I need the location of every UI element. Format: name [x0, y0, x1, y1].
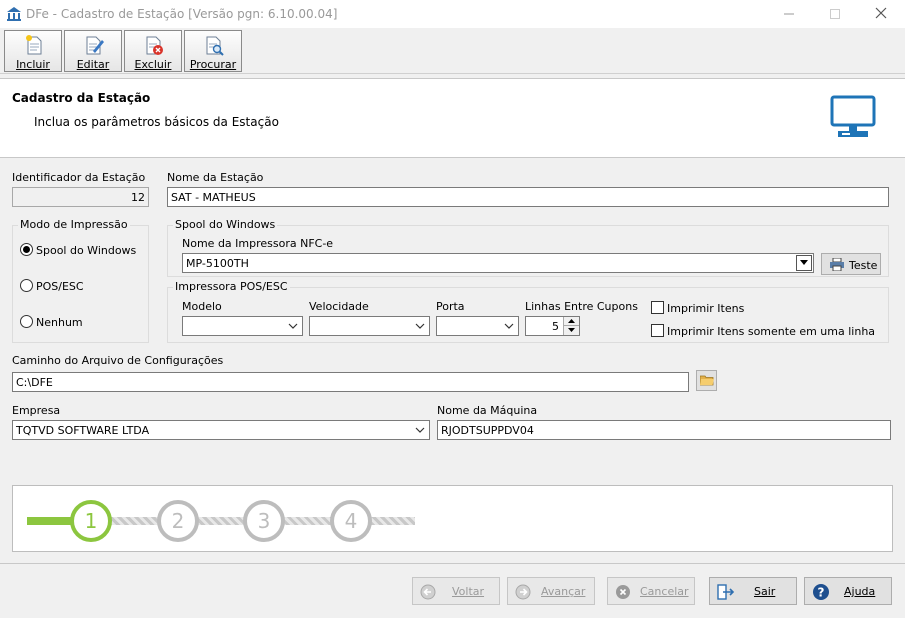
minimize-button[interactable] — [766, 0, 812, 28]
name-label: Nome da Estação — [167, 171, 264, 184]
radio-spool-label[interactable]: Spool do Windows — [36, 244, 136, 257]
voltar-label: Voltar — [452, 585, 485, 598]
toolbar: Incluir Editar Excluir Procurar — [0, 28, 905, 74]
id-label: Identificador da Estação — [12, 171, 146, 184]
minimize-icon — [784, 13, 794, 15]
wizard-step-1: 1 — [70, 500, 112, 542]
computer-monitor-icon — [830, 95, 876, 137]
wizard-step-2: 2 — [157, 500, 199, 542]
lines-label: Linhas Entre Cupons — [525, 300, 638, 313]
procurar-button[interactable]: Procurar — [184, 30, 242, 72]
cancel-icon — [616, 585, 630, 599]
cancelar-button[interactable]: Cancelar — [607, 577, 695, 605]
chevron-down-icon — [504, 323, 514, 329]
new-document-icon — [26, 35, 42, 55]
ajuda-button[interactable]: ? Ajuda — [804, 577, 892, 605]
exit-door-icon — [717, 584, 735, 600]
editar-label: Editar — [76, 58, 110, 71]
incluir-button[interactable]: Incluir — [4, 30, 62, 72]
chevron-down-icon — [415, 323, 425, 329]
delete-document-icon — [146, 36, 163, 55]
excluir-button[interactable]: Excluir — [124, 30, 182, 72]
lines-spinner[interactable]: 5 — [525, 316, 580, 336]
model-select[interactable] — [182, 316, 303, 336]
config-path-label: Caminho do Arquivo de Configurações — [12, 354, 224, 367]
voltar-button[interactable]: Voltar — [412, 577, 500, 605]
port-select[interactable] — [436, 316, 519, 336]
maximize-button[interactable] — [812, 0, 858, 28]
printer-label: Nome da Impressora NFC-e — [182, 237, 334, 250]
window-title: DFe - Cadastro de Estação [Versão pgn: 6… — [26, 7, 338, 21]
print-items-label[interactable]: Imprimir Itens — [667, 302, 744, 315]
page-title: Cadastro da Estação — [12, 91, 151, 105]
id-field: 12 — [12, 187, 149, 207]
radio-posesc[interactable] — [20, 279, 33, 292]
print-items-one-line-checkbox[interactable] — [651, 324, 664, 337]
radio-nenhum[interactable] — [20, 315, 33, 328]
spool-title: Spool do Windows — [173, 218, 278, 231]
cancelar-label: Cancelar — [640, 585, 689, 598]
printer-select-value: MP-5100TH — [186, 257, 249, 270]
printer-dropdown-button[interactable] — [796, 255, 812, 271]
speed-select[interactable] — [309, 316, 430, 336]
printer-icon — [830, 258, 844, 271]
machine-label: Nome da Máquina — [437, 404, 538, 417]
page-header: Cadastro da Estação Inclua os parâmetros… — [0, 78, 905, 158]
name-input[interactable]: SAT - MATHEUS — [167, 187, 889, 207]
help-icon: ? — [813, 584, 829, 600]
port-label: Porta — [436, 300, 465, 313]
company-select[interactable]: TQTVD SOFTWARE LTDA — [12, 420, 430, 440]
chevron-up-icon — [568, 319, 575, 323]
maximize-icon — [830, 9, 840, 19]
wizard-step-4: 4 — [330, 500, 372, 542]
folder-icon — [700, 375, 714, 386]
machine-input[interactable]: RJODTSUPPDV04 — [437, 420, 891, 440]
avancar-button[interactable]: Avançar — [507, 577, 595, 605]
print-items-checkbox[interactable] — [651, 301, 664, 314]
footer-divider — [0, 563, 905, 564]
speed-label: Velocidade — [309, 300, 369, 313]
printer-select[interactable]: MP-5100TH — [182, 253, 814, 273]
radio-nenhum-label[interactable]: Nenhum — [36, 316, 83, 329]
browse-folder-button[interactable] — [696, 370, 717, 391]
company-value: TQTVD SOFTWARE LTDA — [16, 424, 150, 437]
test-button-label: Teste — [849, 259, 878, 272]
posesc-title: Impressora POS/ESC — [173, 280, 290, 293]
edit-document-icon — [86, 36, 104, 55]
radio-spool[interactable] — [20, 243, 33, 256]
editar-button[interactable]: Editar — [64, 30, 122, 72]
arrow-right-icon — [515, 584, 531, 600]
avancar-label: Avançar — [541, 585, 586, 598]
title-bar: DFe - Cadastro de Estação [Versão pgn: 6… — [0, 0, 905, 28]
search-document-icon — [206, 36, 224, 56]
incluir-label: Incluir — [16, 58, 50, 71]
arrow-left-icon — [420, 584, 436, 600]
chevron-down-icon — [800, 260, 808, 265]
lines-down-button[interactable] — [563, 326, 579, 335]
app-icon — [7, 7, 21, 21]
close-icon — [875, 7, 887, 19]
company-label: Empresa — [12, 404, 61, 417]
test-button[interactable]: Teste — [821, 253, 881, 275]
chevron-down-icon — [288, 323, 298, 329]
page-subtitle: Inclua os parâmetros básicos da Estação — [34, 115, 279, 129]
excluir-label: Excluir — [134, 58, 172, 71]
sair-label: Sair — [754, 585, 776, 598]
wizard-steps-panel: 1 2 3 4 — [12, 485, 893, 552]
radio-posesc-label[interactable]: POS/ESC — [36, 280, 84, 293]
chevron-down-icon — [415, 427, 425, 433]
wizard-step-3: 3 — [243, 500, 285, 542]
ajuda-label: Ajuda — [844, 585, 876, 598]
lines-value: 5 — [552, 320, 559, 333]
print-mode-title: Modo de Impressão — [18, 218, 130, 231]
config-path-input[interactable]: C:\DFE — [12, 372, 689, 392]
chevron-down-icon — [568, 328, 575, 332]
model-label: Modelo — [182, 300, 222, 313]
lines-up-button[interactable] — [563, 317, 579, 326]
sair-button[interactable]: Sair — [709, 577, 797, 605]
procurar-label: Procurar — [189, 58, 237, 71]
close-window-button[interactable] — [858, 0, 904, 28]
print-items-one-line-label[interactable]: Imprimir Itens somente em uma linha — [667, 325, 875, 338]
svg-text:?: ? — [818, 586, 825, 600]
